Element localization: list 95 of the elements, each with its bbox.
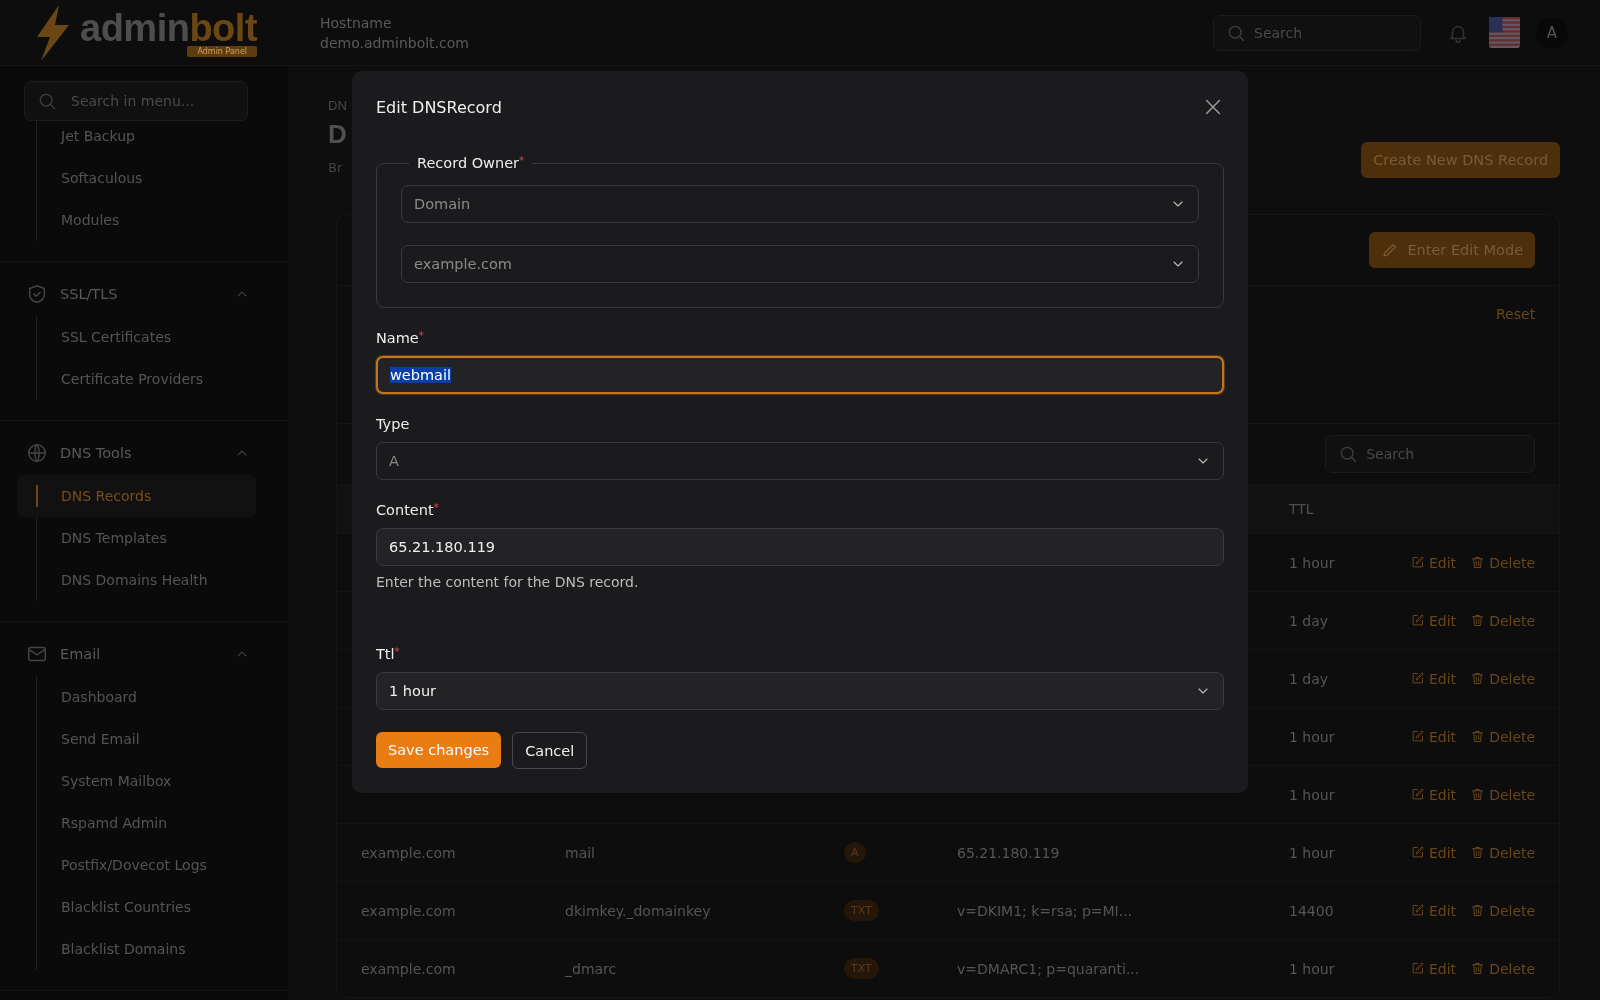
trash-icon	[1470, 961, 1486, 976]
delete-link[interactable]: Delete	[1470, 786, 1536, 803]
logo-badge: Admin Panel	[187, 46, 258, 57]
logo-wordmark: adminbolt	[80, 8, 258, 48]
hostname-label: Hostname	[320, 13, 393, 33]
table-cell: mail	[565, 844, 595, 861]
menu-item[interactable]: Certificate Providers	[37, 358, 256, 400]
edit-link[interactable]: Edit	[1410, 670, 1457, 687]
edit-icon	[1410, 671, 1425, 686]
menu-group-header[interactable]: Email	[16, 632, 256, 676]
menu-item[interactable]: SSL Certificates	[37, 316, 256, 358]
delete-link[interactable]: Delete	[1470, 554, 1536, 571]
cancel-button[interactable]: Cancel	[512, 732, 588, 769]
menu-item[interactable]: System Mailbox	[37, 760, 256, 802]
edit-icon	[1410, 555, 1425, 570]
delete-link[interactable]: Delete	[1470, 612, 1536, 629]
table-cell: 1 hour	[1289, 844, 1335, 861]
table-cell: _dmarc	[565, 960, 617, 977]
dialog-title: Edit DNSRecord	[376, 97, 502, 117]
delete-link[interactable]: Delete	[1470, 728, 1536, 745]
input-field[interactable]: webmail	[376, 356, 1224, 394]
edit-icon	[1410, 845, 1425, 860]
menu-search-field[interactable]: Search in menu...	[24, 81, 248, 121]
field-label: Content$^{*}$	[376, 502, 440, 518]
edit-link[interactable]: Edit	[1410, 844, 1457, 861]
user-avatar[interactable]: A	[1536, 16, 1568, 49]
edit-link[interactable]: Edit	[1410, 554, 1457, 571]
group-legend: Record Owner$^{*}$	[409, 155, 533, 171]
trash-icon	[1470, 729, 1486, 744]
menu-item[interactable]: Modules	[37, 199, 256, 241]
table-cell: example.com	[361, 960, 456, 977]
table-cell: v=DKIM1; k=rsa; p=MI...	[957, 902, 1133, 919]
edit-icon	[1410, 903, 1425, 918]
save-button[interactable]: Save changes	[376, 732, 502, 768]
globe-icon	[26, 442, 48, 464]
select-field[interactable]: 1 hour	[376, 672, 1224, 710]
table-search-field[interactable]: Search	[1325, 435, 1536, 473]
shield-icon	[26, 283, 48, 305]
trash-icon	[1470, 845, 1486, 860]
search-icon	[1338, 444, 1359, 464]
hostname: demo.adminbolt.com	[320, 33, 469, 53]
search-icon	[37, 91, 57, 111]
trash-icon	[1470, 613, 1486, 628]
menu-group-header[interactable]: SSL/TLS	[16, 272, 256, 316]
help-text: Enter the content for the DNS record.	[376, 574, 640, 590]
edit-icon	[1410, 961, 1425, 976]
table-cell: 65.21.180.119	[957, 844, 1060, 861]
search-field[interactable]: Search	[1213, 14, 1421, 51]
table-cell: 1 day	[1289, 612, 1329, 629]
input-field[interactable]: 65.21.180.119	[376, 528, 1224, 566]
edit-icon	[1410, 613, 1425, 628]
edit-icon	[1410, 787, 1425, 802]
delete-link[interactable]: Delete	[1470, 902, 1536, 919]
delete-link[interactable]: Delete	[1470, 960, 1536, 977]
edit-icon	[1410, 729, 1425, 744]
menu-group-header[interactable]: DNS Tools	[16, 431, 256, 475]
edit-link[interactable]: Edit	[1410, 960, 1457, 977]
menu-item[interactable]: DNS Domains Health	[37, 559, 256, 601]
table-cell: dkimkey._domainkey	[565, 902, 711, 919]
flag-icon[interactable]	[1489, 17, 1520, 48]
breadcrumb[interactable]: DN	[328, 98, 347, 113]
table-cell: example.com	[361, 902, 456, 919]
field-label: Ttl$^{*}$	[376, 646, 401, 662]
menu-item[interactable]: Dashboard	[37, 676, 256, 718]
edit-link[interactable]: Edit	[1410, 786, 1457, 803]
menu-item[interactable]: DNS Templates	[37, 517, 256, 559]
trash-icon	[1470, 555, 1486, 570]
table-cell: 1 hour	[1289, 554, 1335, 571]
column-header: TTL	[1289, 501, 1314, 517]
menu-item[interactable]: Rspamd Admin	[37, 802, 256, 844]
delete-link[interactable]: Delete	[1470, 844, 1536, 861]
edit-link[interactable]: Edit	[1410, 902, 1457, 919]
menu-item[interactable]: Blacklist Domains	[37, 928, 256, 970]
edit-link[interactable]: Edit	[1410, 728, 1457, 745]
menu-item[interactable]: Blacklist Countries	[37, 886, 256, 928]
table-cell: 1 day	[1289, 670, 1329, 687]
reset-link[interactable]: Reset	[1496, 306, 1536, 322]
trash-icon	[1470, 787, 1486, 802]
table-cell: example.com	[361, 844, 456, 861]
field-label: Type	[376, 416, 411, 432]
menu-item[interactable]: DNS Records	[17, 475, 256, 517]
table-cell: 1 hour	[1289, 786, 1335, 803]
table-cell: 1 hour	[1289, 960, 1335, 977]
page-title: D	[328, 119, 347, 150]
trash-icon	[1470, 671, 1486, 686]
edit-link[interactable]: Edit	[1410, 612, 1457, 629]
delete-link[interactable]: Delete	[1470, 670, 1536, 687]
menu-item[interactable]: Postfix/Dovecot Logs	[37, 844, 256, 886]
menu-item[interactable]: Send Email	[37, 718, 256, 760]
table-cell: 14400	[1289, 902, 1334, 919]
table-cell: v=DMARC1; p=quaranti...	[957, 960, 1140, 977]
table-cell: 1 hour	[1289, 728, 1335, 745]
trash-icon	[1470, 903, 1486, 918]
menu-item[interactable]: Softaculous	[37, 157, 256, 199]
field-label: Name$^{*}$	[376, 330, 425, 346]
